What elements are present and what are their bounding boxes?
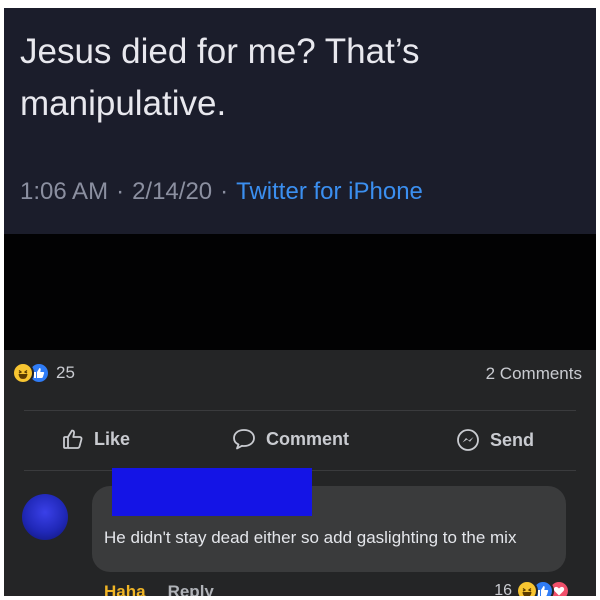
comment-icon <box>233 429 255 450</box>
tweet-source-link[interactable]: Twitter for iPhone <box>236 178 423 205</box>
comment-button[interactable]: Comment <box>232 428 349 450</box>
reaction-summary[interactable]: 25 <box>12 362 75 384</box>
messenger-icon <box>457 429 479 451</box>
screenshot-frame: Jesus died for me? That’s manipulative. … <box>4 8 596 596</box>
comment: He didn't stay dead either so add gaslig… <box>4 468 596 596</box>
reaction-count: 25 <box>56 363 75 382</box>
meta-separator: · <box>116 178 125 205</box>
comment-reaction-count: 16 <box>494 582 512 596</box>
like-button[interactable]: Like <box>62 428 130 450</box>
avatar[interactable] <box>22 494 68 540</box>
send-button[interactable]: Send <box>456 428 534 452</box>
tweet-meta: 1:06 AM · 2/14/20 · Twitter for iPhone <box>20 178 423 206</box>
comment-actions: Haha Reply <box>104 582 214 596</box>
tweet-text: Jesus died for me? That’s manipulative. <box>20 32 420 123</box>
comment-reaction-summary[interactable]: 16 <box>494 580 570 596</box>
comment-label: Comment <box>266 428 350 449</box>
comment-text: He didn't stay dead either so add gaslig… <box>104 528 517 547</box>
haha-icon <box>12 362 34 384</box>
redacted-name <box>112 468 312 516</box>
post-actions: Like Comment Send <box>4 416 596 464</box>
tweet: Jesus died for me? That’s manipulative. … <box>4 8 596 234</box>
comments-count[interactable]: 2 Comments <box>486 364 582 384</box>
comment-reply-button[interactable]: Reply <box>168 582 214 596</box>
facebook-post-footer: 25 2 Comments Like Comment Send He didn'… <box>4 350 596 596</box>
divider <box>24 410 576 411</box>
black-gap <box>4 234 596 350</box>
send-label: Send <box>490 429 535 450</box>
comment-haha-reaction-button[interactable]: Haha <box>104 582 146 596</box>
meta-separator: · <box>220 178 229 205</box>
tweet-date: 2/14/20 <box>132 178 213 205</box>
comment-bubble: He didn't stay dead either so add gaslig… <box>92 468 566 572</box>
tweet-time: 1:06 AM <box>20 178 109 205</box>
haha-icon <box>516 580 538 596</box>
thumbs-up-icon <box>63 429 83 449</box>
like-label: Like <box>94 428 131 449</box>
